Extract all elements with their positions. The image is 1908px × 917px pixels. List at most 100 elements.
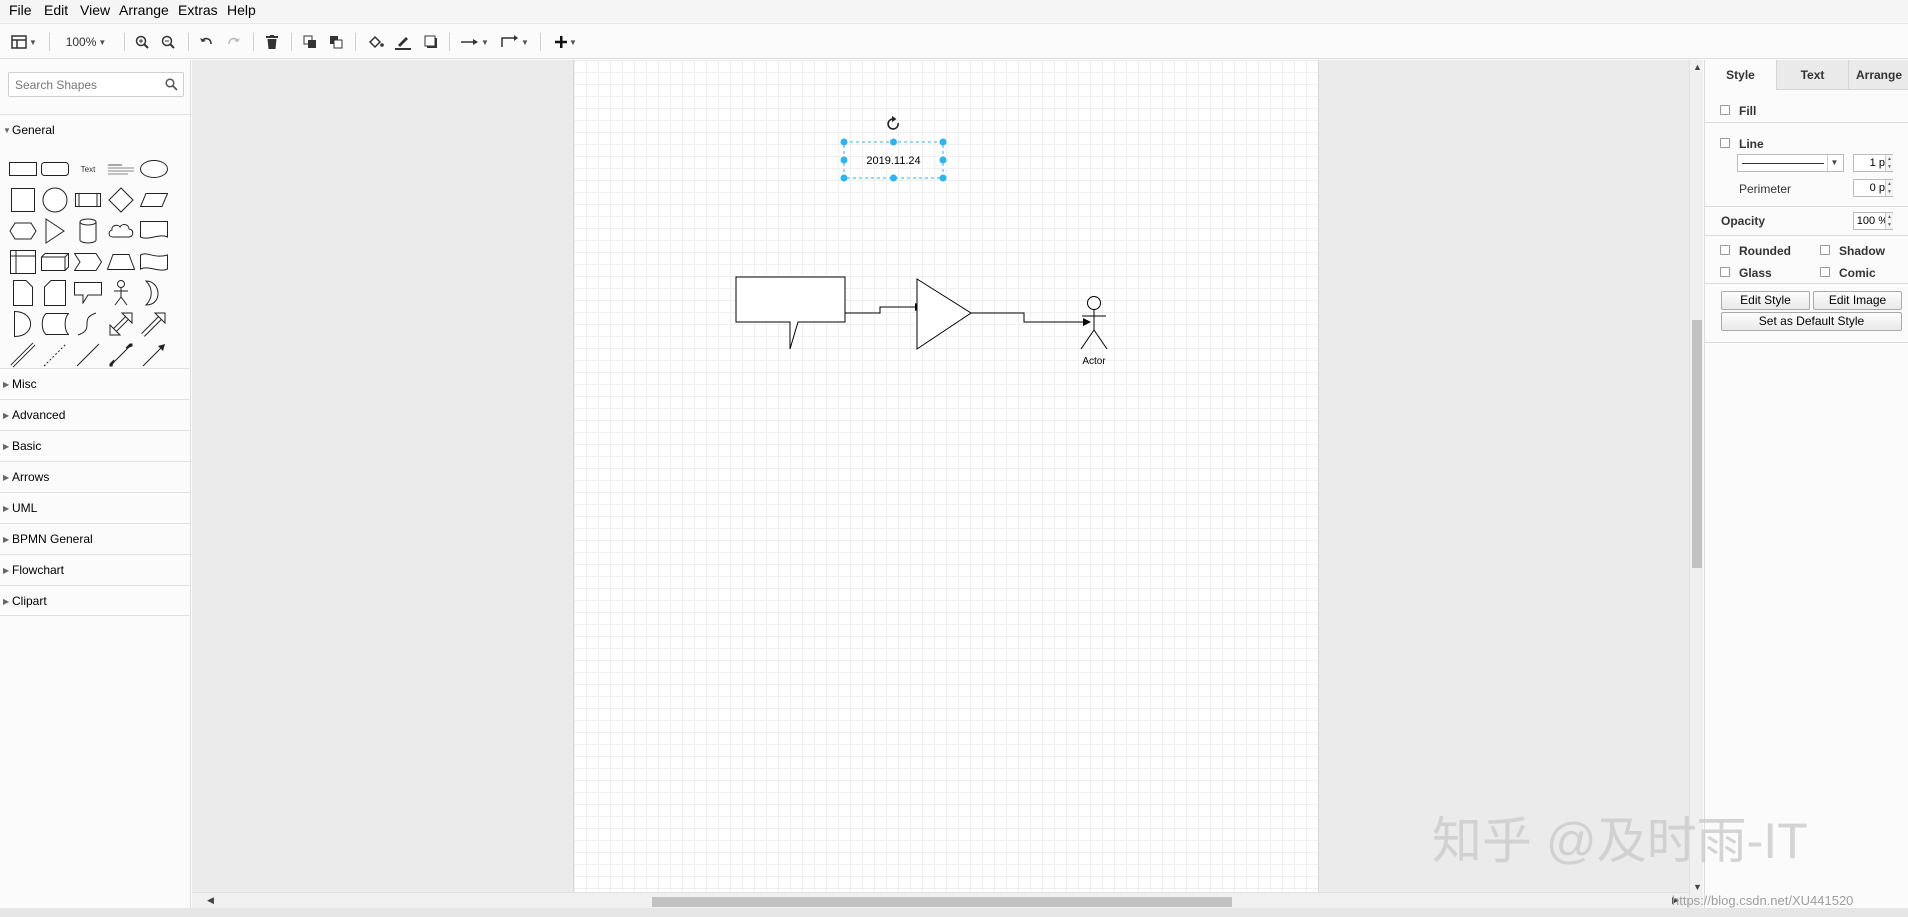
resize-handle[interactable]	[840, 174, 848, 182]
search-icon[interactable]	[165, 78, 178, 91]
textbox-shape[interactable]	[106, 154, 136, 184]
scroll-down-arrow-icon[interactable]: ▼	[1693, 882, 1702, 892]
edit-image-button[interactable]: Edit Image	[1813, 291, 1902, 310]
connection-style-dropdown[interactable]: ▼	[460, 31, 490, 53]
card-shape[interactable]	[40, 278, 70, 308]
section-flowchart[interactable]: ▶ Flowchart	[0, 554, 191, 585]
step-shape[interactable]	[73, 247, 103, 277]
tab-arrange[interactable]: Arrange	[1849, 60, 1908, 90]
dashed-line-shape[interactable]	[40, 340, 70, 370]
insert-dropdown[interactable]: ▼	[551, 31, 581, 53]
rotate-icon[interactable]	[887, 116, 899, 130]
resize-handle[interactable]	[939, 138, 947, 146]
resize-handle[interactable]	[840, 138, 848, 146]
link-shape[interactable]	[8, 340, 38, 370]
tab-text[interactable]: Text	[1777, 60, 1849, 90]
or-shape[interactable]	[139, 278, 169, 308]
delete-button[interactable]	[263, 31, 281, 53]
shadow-checkbox[interactable]	[1820, 245, 1830, 255]
section-general[interactable]: ▼ General	[0, 114, 191, 145]
format-panel-button[interactable]: ▼	[8, 31, 40, 53]
search-input[interactable]	[13, 75, 161, 94]
section-bpmn-general[interactable]: ▶ BPMN General	[0, 523, 191, 554]
section-uml[interactable]: ▶ UML	[0, 492, 191, 523]
section-basic[interactable]: ▶ Basic	[0, 430, 191, 461]
bidirectional-connector-shape[interactable]	[106, 340, 136, 370]
arrow-shape[interactable]	[139, 309, 169, 339]
menu-arrange[interactable]: Arrange	[119, 1, 169, 19]
actor-shape[interactable]	[106, 278, 136, 308]
comic-checkbox[interactable]	[1820, 267, 1830, 277]
undo-button[interactable]	[197, 31, 215, 53]
glass-checkbox[interactable]	[1720, 267, 1730, 277]
section-advanced[interactable]: ▶ Advanced	[0, 399, 191, 430]
callout-shape[interactable]	[73, 278, 103, 308]
vertical-scrollbar[interactable]: ▲ ▼	[1689, 60, 1703, 908]
horizontal-scrollbar[interactable]: ◀ ▶	[192, 892, 1689, 908]
note-shape[interactable]	[8, 278, 38, 308]
edge-callout-to-triangle[interactable]	[845, 306, 916, 314]
menu-edit[interactable]: Edit	[44, 1, 68, 19]
cube-shape[interactable]	[40, 247, 70, 277]
line-width-input[interactable]: 1 pt ▲ ▼	[1853, 154, 1893, 172]
spinner-icon[interactable]: ▲ ▼	[1885, 155, 1893, 171]
to-front-button[interactable]	[301, 31, 319, 53]
horizontal-scroll-thumb[interactable]	[652, 897, 1232, 907]
line-color-button[interactable]	[394, 31, 412, 53]
directional-connector-shape[interactable]	[139, 340, 169, 370]
callout-node[interactable]	[735, 276, 846, 350]
menu-file[interactable]: File	[9, 1, 32, 19]
scroll-left-arrow-icon[interactable]: ◀	[207, 895, 214, 906]
edge-triangle-to-actor[interactable]	[971, 312, 1084, 323]
redo-button[interactable]	[225, 31, 243, 53]
cloud-shape[interactable]	[106, 216, 136, 246]
delay-shape[interactable]	[8, 309, 38, 339]
shadow-button[interactable]	[422, 31, 440, 53]
curve-shape[interactable]	[73, 309, 103, 339]
spinner-icon[interactable]: ▲ ▼	[1885, 180, 1893, 196]
resize-handle[interactable]	[840, 156, 848, 164]
circle-shape[interactable]	[40, 185, 70, 215]
spinner-icon[interactable]: ▲ ▼	[1885, 213, 1893, 229]
diagram-canvas[interactable]: 2019.11.24 Actor	[192, 60, 1689, 908]
bidirectional-arrow-shape[interactable]	[106, 309, 136, 339]
parallelogram-shape[interactable]	[139, 185, 169, 215]
resize-handle[interactable]	[890, 138, 897, 146]
triangle-shape[interactable]	[40, 216, 70, 246]
edit-style-button[interactable]: Edit Style	[1721, 291, 1810, 310]
resize-handle[interactable]	[890, 174, 897, 182]
selected-text-cell[interactable]: 2019.11.24	[840, 138, 947, 182]
square-shape[interactable]	[8, 185, 38, 215]
rounded-rectangle-shape[interactable]	[40, 154, 70, 184]
fill-color-button[interactable]	[367, 31, 385, 53]
line-checkbox[interactable]	[1720, 138, 1730, 148]
triangle-node[interactable]	[916, 278, 972, 350]
cylinder-shape[interactable]	[73, 216, 103, 246]
section-arrows[interactable]: ▶ Arrows	[0, 461, 191, 492]
opacity-input[interactable]: 100 % ▲ ▼	[1853, 212, 1893, 230]
zoom-dropdown[interactable]: 100% ▼	[60, 31, 112, 53]
set-default-style-button[interactable]: Set as Default Style	[1721, 312, 1902, 331]
rectangle-shape[interactable]	[8, 154, 38, 184]
ellipse-shape[interactable]	[139, 154, 169, 184]
resize-handle[interactable]	[939, 174, 947, 182]
process-shape[interactable]	[73, 185, 103, 215]
resize-handle[interactable]	[939, 156, 947, 164]
to-back-button[interactable]	[327, 31, 345, 53]
perimeter-input[interactable]: 0 pt ▲ ▼	[1853, 179, 1893, 197]
section-clipart[interactable]: ▶ Clipart	[0, 585, 191, 616]
section-misc[interactable]: ▶ Misc	[0, 368, 191, 399]
vertical-scroll-thumb[interactable]	[1692, 320, 1702, 568]
menu-view[interactable]: View	[80, 1, 110, 19]
menu-help[interactable]: Help	[227, 1, 256, 19]
rounded-checkbox[interactable]	[1720, 245, 1730, 255]
diamond-shape[interactable]	[106, 185, 136, 215]
zoom-out-button[interactable]	[159, 31, 177, 53]
text-shape[interactable]: Text	[73, 154, 103, 184]
tape-shape[interactable]	[139, 247, 169, 277]
document-shape[interactable]	[139, 216, 169, 246]
scroll-up-arrow-icon[interactable]: ▲	[1693, 62, 1702, 72]
trapezoid-shape[interactable]	[106, 247, 136, 277]
internal-storage-shape[interactable]	[8, 247, 38, 277]
diagram-page[interactable]: 2019.11.24 Actor	[573, 60, 1319, 892]
